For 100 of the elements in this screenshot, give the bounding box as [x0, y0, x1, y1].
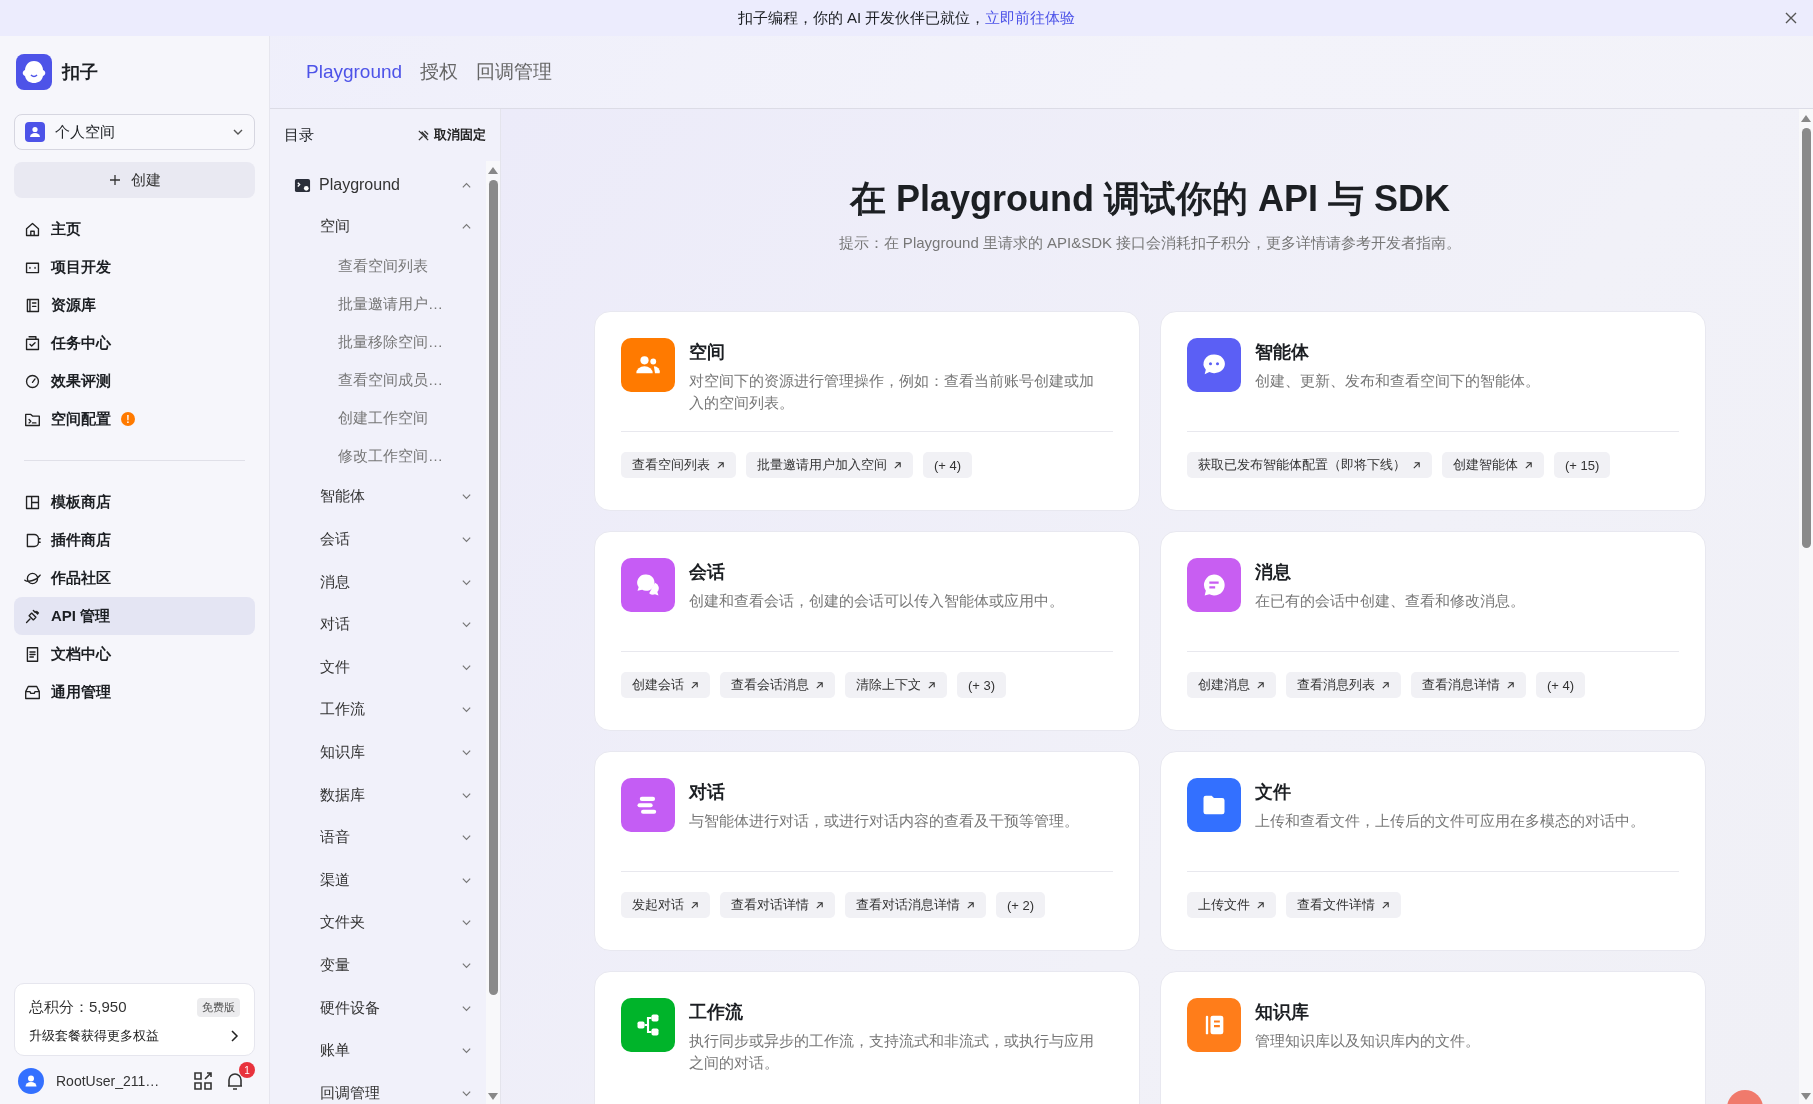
sidebar-item[interactable]: 空间配置 !: [14, 400, 255, 438]
api-link[interactable]: 清除上下文: [845, 672, 947, 698]
api-link[interactable]: 查看文件详情: [1286, 892, 1401, 918]
toc-item[interactable]: 会话: [294, 518, 486, 561]
top-tab[interactable]: 回调管理: [476, 59, 553, 85]
try-now-link[interactable]: 立即前往体验: [985, 8, 1076, 26]
api-card[interactable]: 智能体 创建、更新、发布和查看空间下的智能体。 获取已发布智能体配置（即将下线） 创建智能体 (+ 15): [1160, 311, 1706, 511]
more-count[interactable]: (+ 15): [1554, 452, 1611, 478]
sidebar-item[interactable]: 模板商店: [14, 483, 255, 521]
toc-item[interactable]: 批量邀请用户…: [294, 285, 486, 324]
document-icon: [24, 645, 41, 663]
scroll-down-icon[interactable]: [1801, 1093, 1811, 1100]
api-link[interactable]: 查看消息列表: [1286, 672, 1401, 698]
sidebar-item[interactable]: 资源库: [14, 286, 255, 324]
top-tab[interactable]: 授权: [420, 59, 459, 85]
toc-item[interactable]: 数据库: [294, 773, 486, 817]
checklist-icon: [24, 334, 41, 352]
toc-item[interactable]: Playground: [294, 165, 486, 205]
scroll-up-icon[interactable]: [1801, 115, 1811, 122]
toc-item[interactable]: 硬件设备: [294, 986, 486, 1030]
api-card[interactable]: 文件 上传和查看文件，上传后的文件可应用在多模态的对话中。 上传文件 查看文件详情: [1160, 751, 1706, 951]
chevron-right-icon: [228, 1030, 240, 1042]
api-card[interactable]: 会话 创建和查看会话，创建的会话可以传入智能体或应用中。 创建会话 查看会话消息 清除上下文 (+ 3): [594, 531, 1140, 731]
sidebar-item[interactable]: 作品社区: [14, 559, 255, 597]
api-card[interactable]: 对话 与智能体进行对话，或进行对话内容的查看及干预等管理。 发起对话 查看对话详情 查看对话消息详情 (+ 2): [594, 751, 1140, 951]
card-title: 智能体: [1255, 341, 1310, 364]
api-link[interactable]: 查看消息详情: [1411, 672, 1526, 698]
more-count[interactable]: (+ 4): [1536, 672, 1586, 698]
unpin-button[interactable]: 取消固定: [417, 126, 486, 144]
toc-item[interactable]: 空间: [294, 205, 486, 248]
toc-item[interactable]: 文件夹: [294, 901, 486, 945]
top-tab[interactable]: Playground: [306, 61, 403, 83]
sidebar-item[interactable]: 效果评测: [14, 362, 255, 400]
api-card[interactable]: 工作流 执行同步或异步的工作流，支持流式和非流式，或执行与应用之间的对话。: [594, 971, 1140, 1104]
api-link[interactable]: 查看会话消息: [720, 672, 835, 698]
api-link[interactable]: 上传文件: [1187, 892, 1276, 918]
more-count[interactable]: (+ 2): [996, 892, 1046, 918]
external-arrow-icon: [815, 900, 824, 910]
upgrade-link[interactable]: 升级套餐获得更多权益: [29, 1027, 240, 1045]
scrollbar[interactable]: [1799, 109, 1813, 1104]
api-link[interactable]: 批量邀请用户加入空间: [746, 452, 913, 478]
api-card[interactable]: 消息 在已有的会话中创建、查看和修改消息。 创建消息 查看消息列表 查看消息详情 (+ 4): [1160, 531, 1706, 731]
card-description: 上传和查看文件，上传后的文件可应用在多模态的对话中。: [1255, 811, 1645, 831]
toc-item[interactable]: 回调管理: [294, 1071, 486, 1104]
code-window-icon: [294, 176, 311, 194]
external-arrow-icon: [1381, 680, 1390, 690]
sidebar-item[interactable]: 文档中心: [14, 635, 255, 673]
external-arrow-icon: [1506, 680, 1515, 690]
home-icon: [24, 220, 41, 238]
sidebar-item[interactable]: API 管理: [14, 597, 255, 635]
api-link[interactable]: 创建智能体: [1442, 452, 1544, 478]
toc-item[interactable]: 批量移除空间…: [294, 323, 486, 362]
toc-item[interactable]: 知识库: [294, 731, 486, 774]
toc-item[interactable]: 变量: [294, 944, 486, 987]
toc-item[interactable]: 查看空间列表: [294, 247, 486, 286]
more-count[interactable]: (+ 3): [957, 672, 1007, 698]
scrollbar-thumb[interactable]: [1801, 128, 1811, 548]
close-icon[interactable]: [1785, 12, 1797, 24]
space-selector[interactable]: 个人空间: [14, 114, 255, 150]
api-card[interactable]: 知识库 管理知识库以及知识库内的文件。: [1160, 971, 1706, 1104]
api-link[interactable]: 发起对话: [621, 892, 710, 918]
scrollbar-thumb[interactable]: [488, 180, 498, 995]
apps-icon[interactable]: [193, 1071, 213, 1091]
user-avatar[interactable]: [18, 1068, 44, 1094]
api-link[interactable]: 查看对话消息详情: [845, 892, 986, 918]
hint-text: 提示：在 Playground 里请求的 API&SDK 接口会消耗扣子积分，更多详情请参考开发者指南。: [838, 234, 1462, 253]
more-count[interactable]: (+ 4): [923, 452, 973, 478]
toc-item[interactable]: 修改工作空间…: [294, 437, 486, 476]
scrollbar[interactable]: [486, 161, 500, 1104]
external-arrow-icon: [1256, 900, 1265, 910]
toc-item[interactable]: 工作流: [294, 688, 486, 732]
toc-item[interactable]: 查看空间成员…: [294, 361, 486, 400]
api-link[interactable]: 创建会话: [621, 672, 710, 698]
layout-icon: [24, 493, 41, 511]
sidebar-item[interactable]: 主页: [14, 210, 255, 248]
sidebar-item[interactable]: 项目开发: [14, 248, 255, 286]
sidebar-item[interactable]: 任务中心: [14, 324, 255, 362]
toc-item[interactable]: 文件: [294, 645, 486, 689]
external-arrow-icon: [716, 460, 725, 470]
toc-item[interactable]: 对话: [294, 603, 486, 646]
external-arrow-icon: [1256, 680, 1265, 690]
api-link[interactable]: 查看空间列表: [621, 452, 736, 478]
toc-item[interactable]: 创建工作空间: [294, 399, 486, 438]
api-link[interactable]: 创建消息: [1187, 672, 1276, 698]
sidebar-item[interactable]: 通用管理: [14, 673, 255, 711]
bell-icon[interactable]: [225, 1071, 245, 1091]
toc-item[interactable]: 渠道: [294, 858, 486, 902]
create-button[interactable]: 创建: [14, 162, 255, 198]
toc-item[interactable]: 账单: [294, 1029, 486, 1072]
toc-item[interactable]: 智能体: [294, 475, 486, 519]
card-description: 执行同步或异步的工作流，支持流式和非流式，或执行与应用之间的对话。: [689, 1031, 1095, 1073]
sidebar-item[interactable]: 插件商店: [14, 521, 255, 559]
unpin-icon: [417, 128, 430, 142]
user-name[interactable]: RootUser_211…: [56, 1073, 181, 1089]
toc-item[interactable]: 消息: [294, 560, 486, 604]
api-link[interactable]: 查看对话详情: [720, 892, 835, 918]
api-link[interactable]: 获取已发布智能体配置（即将下线）: [1187, 452, 1432, 478]
api-card[interactable]: 空间 对空间下的资源进行管理操作，例如：查看当前账号创建或加入的空间列表。 查看空间列表 批量邀请用户加入空间 (+ 4): [594, 311, 1140, 511]
toc-item[interactable]: 语音: [294, 816, 486, 859]
external-arrow-icon: [690, 900, 699, 910]
